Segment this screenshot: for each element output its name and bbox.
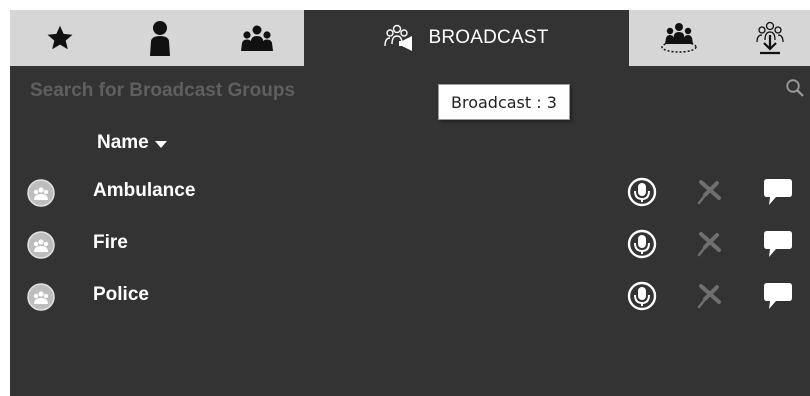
tab-broadcast[interactable]: BROADCAST (304, 10, 629, 66)
tab-group-download[interactable] (729, 10, 810, 66)
group-avatar-icon (27, 283, 55, 311)
broadcast-icon (384, 24, 413, 51)
tab-groups[interactable] (210, 10, 304, 66)
app-window: BROADCAST Search for Broadcast Groups Br… (10, 10, 810, 396)
name-column-label: Name (97, 132, 149, 153)
search-icon[interactable] (785, 78, 805, 98)
tab-favorites[interactable] (10, 10, 110, 66)
name-column-header[interactable]: Name (97, 132, 167, 154)
group-avatar-icon (27, 231, 55, 259)
tab-contacts[interactable] (110, 10, 210, 66)
tab-bar: BROADCAST (10, 10, 810, 66)
group-download-icon (755, 21, 784, 55)
sort-down-icon (154, 140, 167, 148)
list-item-label: Police (93, 284, 149, 305)
star-icon (47, 25, 73, 50)
list-item[interactable]: Fire (10, 219, 810, 271)
list-item-label: Fire (93, 232, 128, 253)
tab-group-circle[interactable] (629, 10, 729, 66)
list-item[interactable]: Police (10, 271, 810, 323)
chat-bubble-icon[interactable] (762, 281, 794, 311)
pin-icon[interactable] (695, 230, 725, 258)
microphone-icon[interactable] (627, 281, 657, 311)
person-icon (150, 21, 170, 56)
chat-bubble-icon[interactable] (762, 177, 794, 207)
group-icon (241, 25, 273, 51)
list-item[interactable]: Ambulance (10, 167, 810, 219)
pin-icon[interactable] (695, 282, 725, 310)
list-item-label: Ambulance (93, 180, 196, 201)
microphone-icon[interactable] (627, 229, 657, 259)
chat-bubble-icon[interactable] (762, 229, 794, 259)
tab-broadcast-label: BROADCAST (428, 27, 549, 48)
broadcast-count-tooltip: Broadcast : 3 (438, 84, 570, 120)
pin-icon[interactable] (695, 178, 725, 206)
microphone-icon[interactable] (627, 177, 657, 207)
group-circle-icon (661, 23, 697, 53)
group-avatar-icon (27, 179, 55, 207)
search-input[interactable]: Search for Broadcast Groups (30, 80, 295, 102)
